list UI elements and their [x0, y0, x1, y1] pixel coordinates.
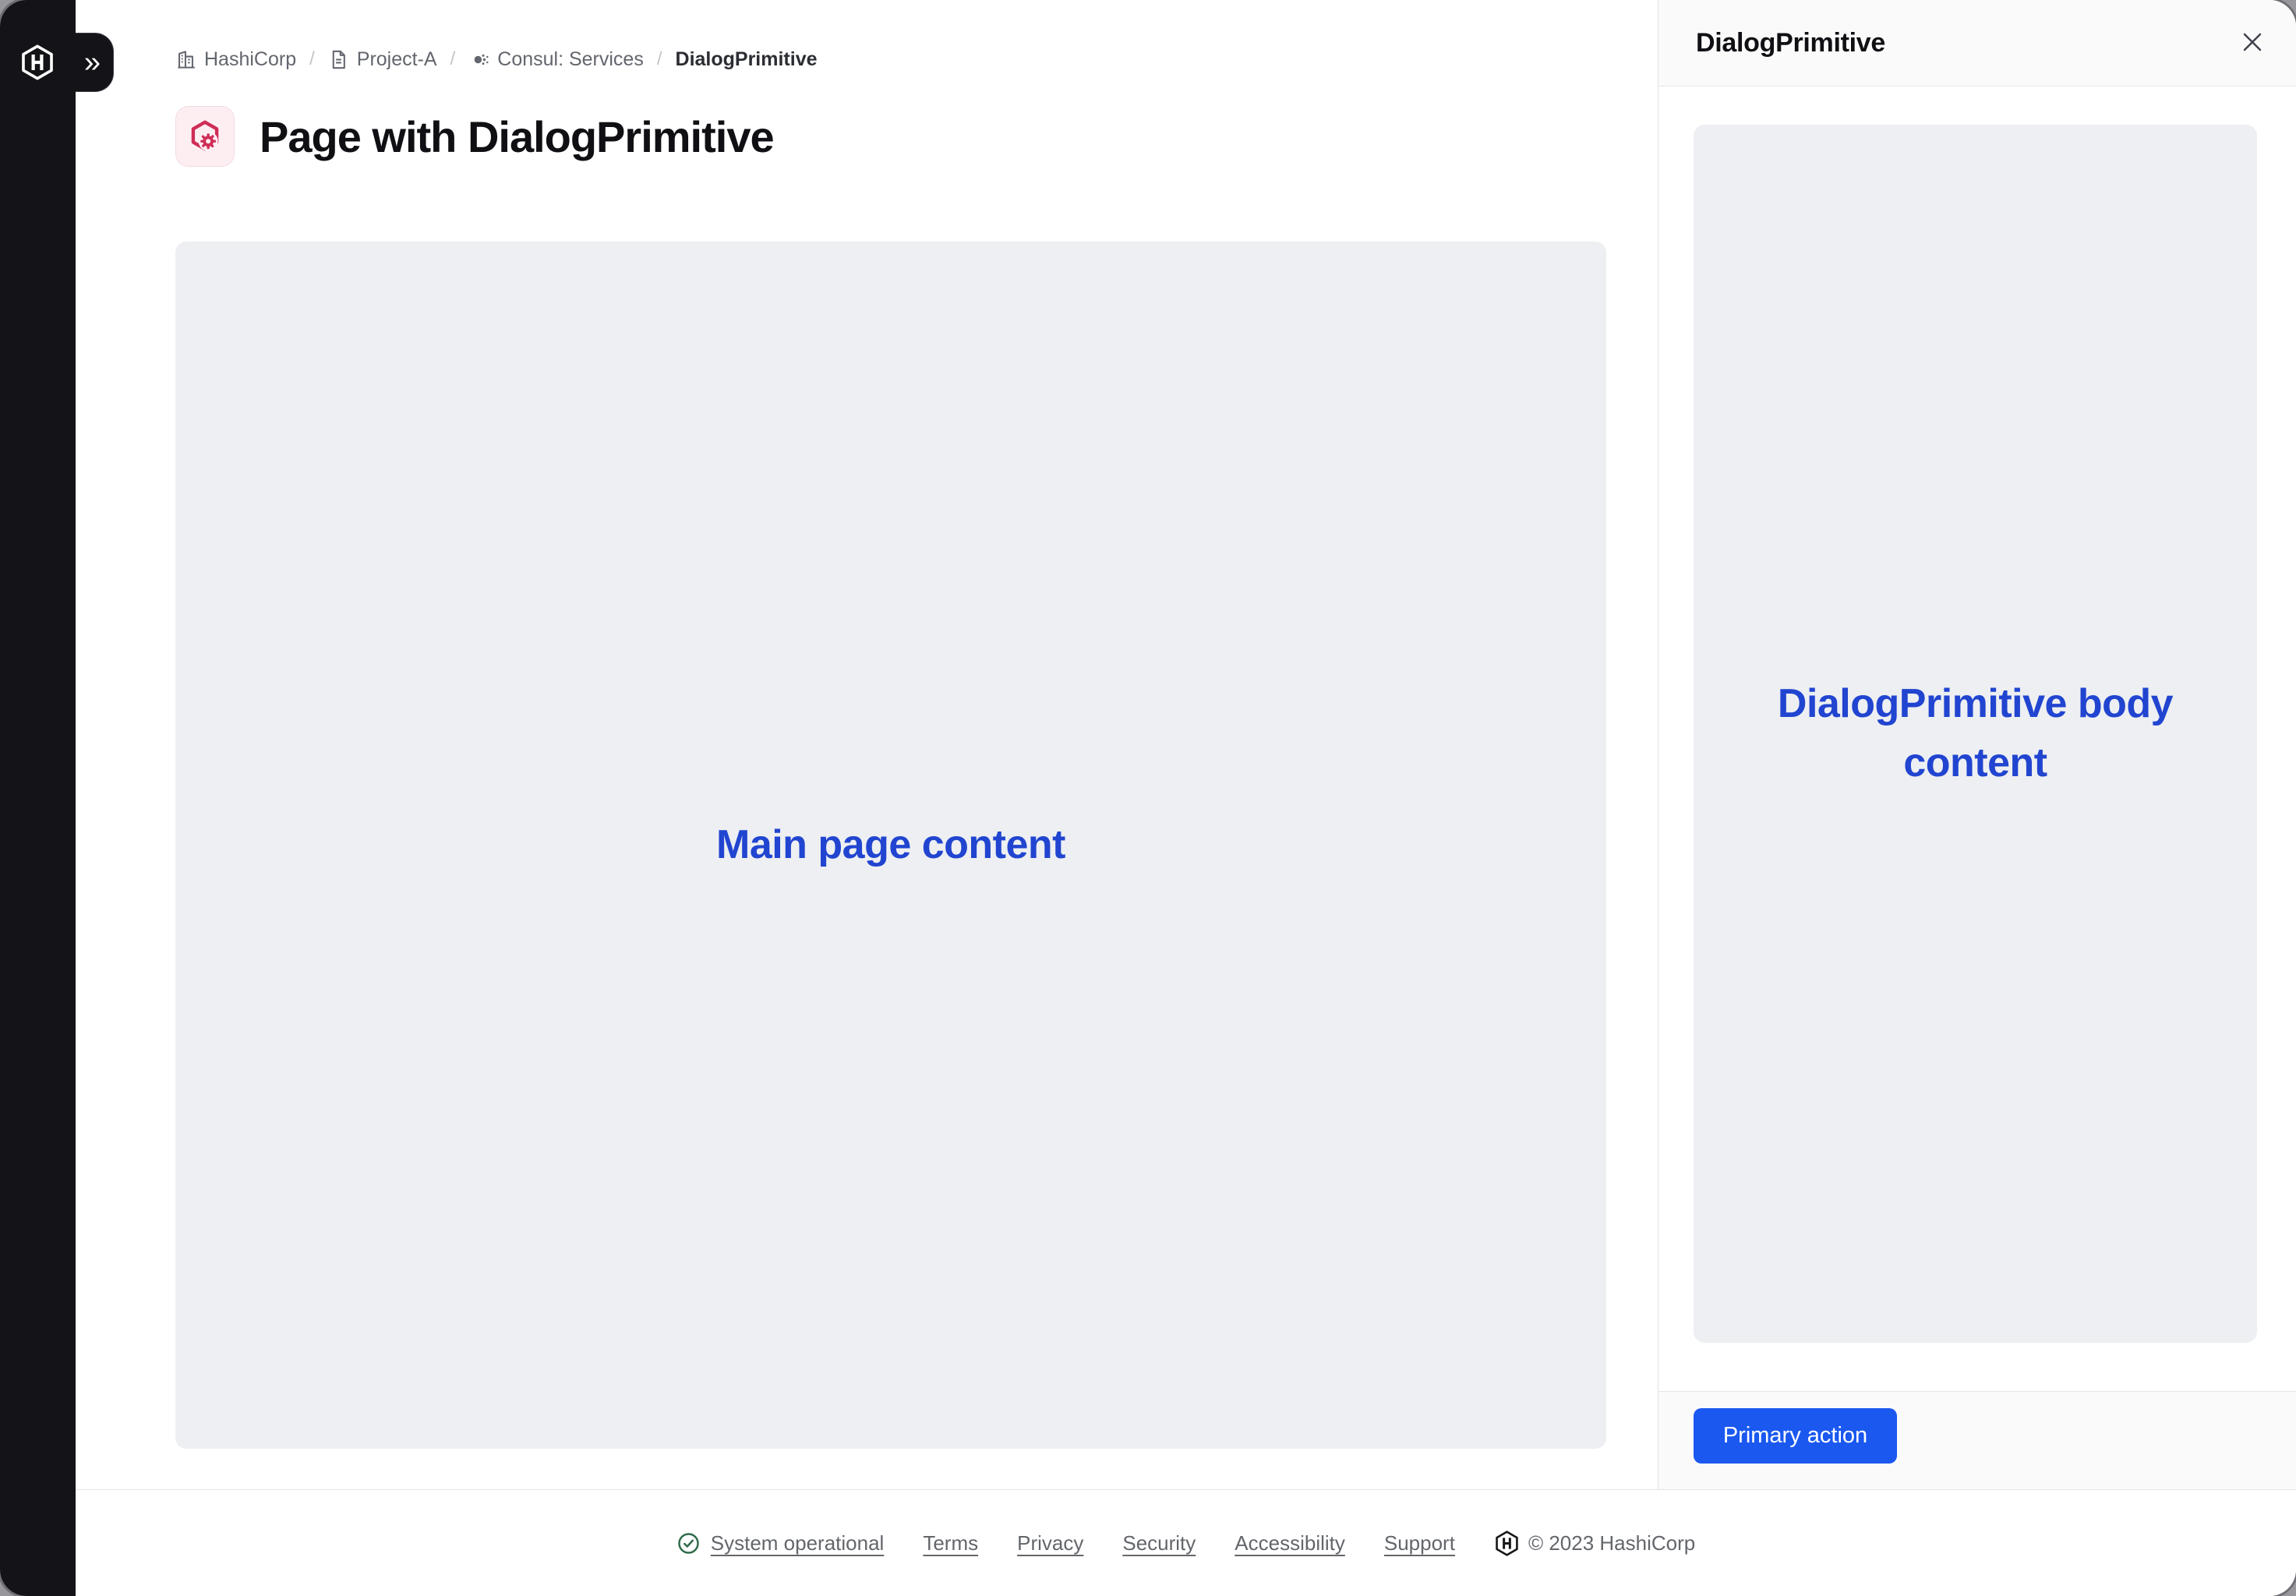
- hashicorp-logo-icon: [1494, 1531, 1520, 1556]
- breadcrumb-item-current: DialogPrimitive: [676, 48, 818, 71]
- hashicorp-logo-icon: [19, 44, 55, 80]
- close-icon: [2241, 30, 2264, 54]
- main-placeholder-region: Main page content: [175, 242, 1606, 1449]
- breadcrumb-label: HashiCorp: [204, 48, 296, 71]
- page-header: Page with DialogPrimitive: [175, 106, 774, 167]
- consul-gear-icon: [185, 117, 224, 156]
- file-icon: [328, 49, 349, 70]
- breadcrumb-separator: /: [657, 48, 662, 70]
- system-status-label: System operational: [711, 1531, 885, 1555]
- breadcrumb-item-consul-services[interactable]: Consul: Services: [468, 48, 644, 71]
- dialog-close-button[interactable]: [2232, 22, 2273, 62]
- breadcrumb-separator: /: [450, 48, 456, 70]
- breadcrumb-label: Project-A: [357, 48, 437, 71]
- app-window: » HashiCorp / Project-A /: [0, 0, 2296, 1596]
- check-circle-icon: [676, 1531, 701, 1555]
- system-status-link[interactable]: System operational: [676, 1531, 885, 1555]
- breadcrumb-label: Consul: Services: [497, 48, 644, 71]
- main-content: HashiCorp / Project-A /: [76, 0, 1658, 1489]
- nav-rail: [0, 0, 76, 1596]
- consul-icon-tile: [175, 106, 235, 167]
- dialog-primitive-panel: DialogPrimitive DialogPrimitive body con…: [1658, 0, 2296, 1489]
- dialog-body-placeholder-region: DialogPrimitive body content: [1694, 125, 2257, 1343]
- copyright-text: © 2023 HashiCorp: [1528, 1531, 1695, 1555]
- footer-link-security[interactable]: Security: [1122, 1531, 1196, 1555]
- breadcrumb-label: DialogPrimitive: [676, 48, 818, 71]
- main-placeholder-text: Main page content: [716, 816, 1065, 875]
- double-chevron-right-icon: »: [84, 48, 101, 77]
- footer-link-privacy[interactable]: Privacy: [1017, 1531, 1083, 1555]
- footer-link-accessibility[interactable]: Accessibility: [1235, 1531, 1345, 1555]
- dialog-body-placeholder-text: DialogPrimitive body content: [1742, 675, 2209, 793]
- breadcrumb-item-hashicorp[interactable]: HashiCorp: [175, 48, 296, 71]
- footer-link-support[interactable]: Support: [1384, 1531, 1455, 1555]
- footer-link-terms[interactable]: Terms: [923, 1531, 978, 1555]
- copyright: © 2023 HashiCorp: [1494, 1531, 1695, 1556]
- consul-icon: [468, 49, 489, 70]
- dialog-title: DialogPrimitive: [1696, 28, 1885, 58]
- dialog-header: DialogPrimitive: [1658, 0, 2296, 87]
- breadcrumb-separator: /: [309, 48, 315, 70]
- page-title: Page with DialogPrimitive: [260, 111, 774, 162]
- dialog-footer: Primary action: [1658, 1391, 2296, 1489]
- breadcrumb-item-project-a[interactable]: Project-A: [328, 48, 437, 71]
- primary-action-button[interactable]: Primary action: [1694, 1408, 1897, 1464]
- org-icon: [175, 49, 196, 70]
- app-footer: System operational Terms Privacy Securit…: [76, 1489, 2296, 1596]
- breadcrumb: HashiCorp / Project-A /: [175, 42, 818, 76]
